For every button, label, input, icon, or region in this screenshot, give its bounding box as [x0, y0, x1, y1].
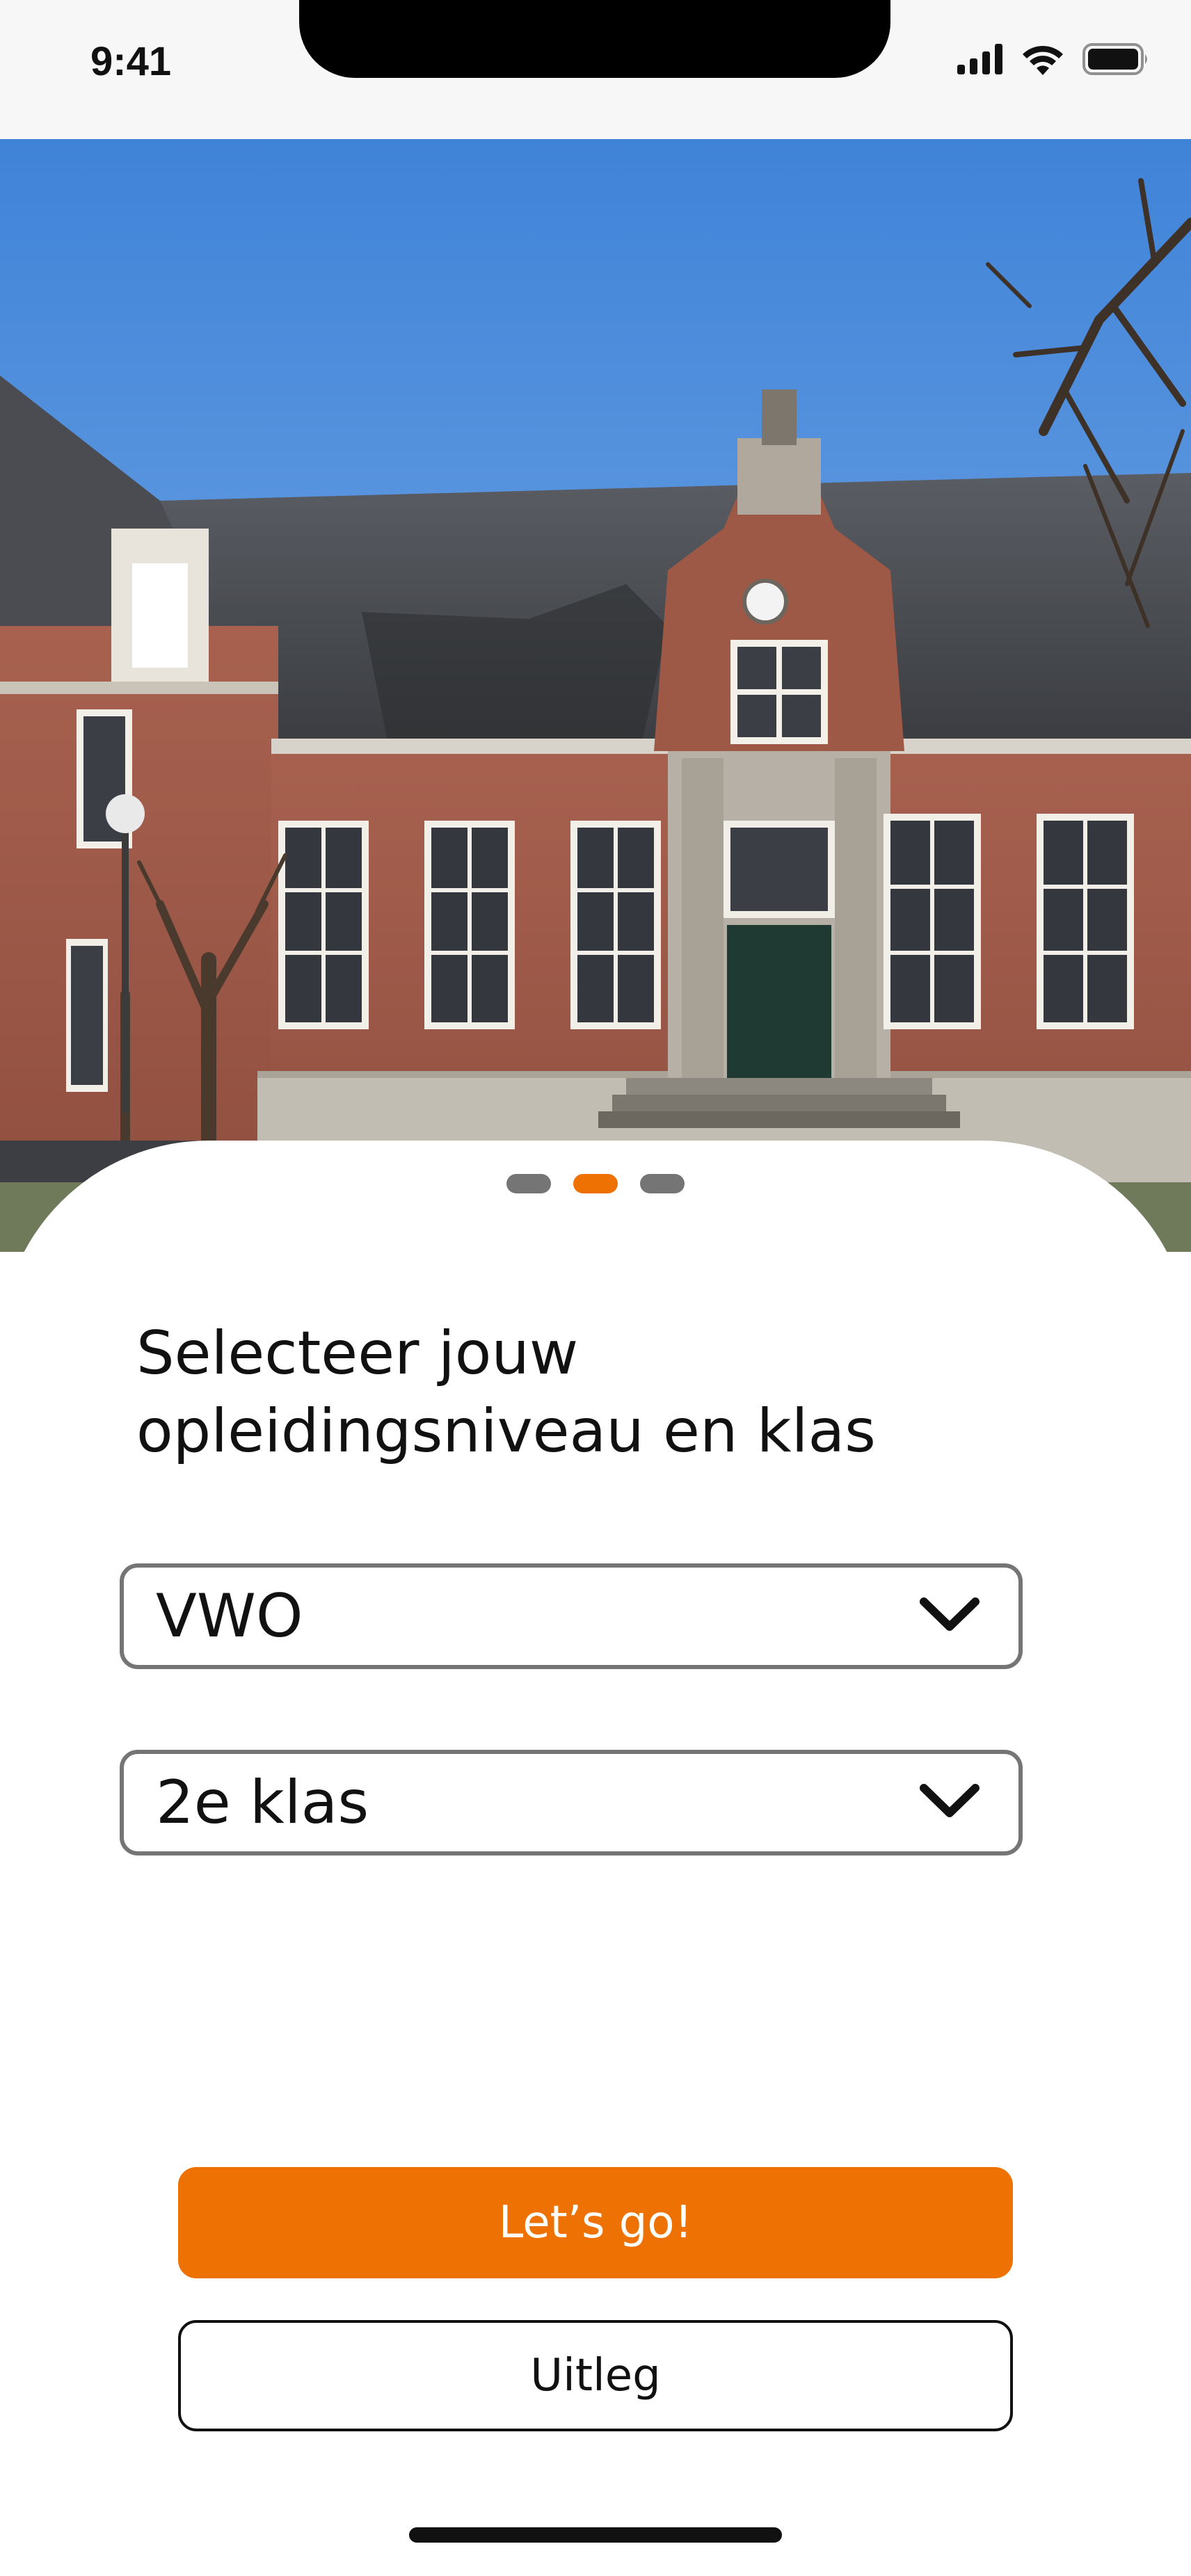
page-title-line-2: opleidingsniveau en klas [136, 1396, 876, 1466]
page-indicator-dot-3[interactable] [640, 1174, 685, 1193]
education-level-value: VWO [156, 1581, 303, 1651]
page-indicator-dot-1[interactable] [506, 1174, 551, 1193]
status-time: 9:41 [90, 39, 172, 84]
status-icons [957, 43, 1149, 78]
wifi-icon [1021, 43, 1064, 78]
page-indicator-dot-2-active[interactable] [573, 1174, 618, 1193]
device-notch [299, 0, 890, 78]
bottom-sheet: Selecteer jouw opleidingsniveau en klas … [0, 1141, 1191, 2576]
battery-icon [1082, 43, 1149, 78]
page-indicator [0, 1174, 1191, 1193]
class-value: 2e klas [156, 1768, 369, 1837]
page-title-line-1: Selecteer jouw [136, 1319, 579, 1388]
home-indicator[interactable] [409, 2527, 782, 2543]
school-building-photo [0, 139, 1191, 1252]
status-bar: 9:41 [0, 0, 1191, 139]
lets-go-button[interactable]: Let’s go! [178, 2167, 1013, 2278]
class-select[interactable]: 2e klas [120, 1750, 1023, 1855]
hero-image [0, 139, 1191, 1252]
cellular-signal-icon [957, 44, 1003, 77]
chevron-down-icon [920, 1597, 980, 1635]
education-level-select[interactable]: VWO [120, 1563, 1023, 1669]
chevron-down-icon [920, 1784, 980, 1821]
explanation-button[interactable]: Uitleg [178, 2320, 1013, 2431]
page-title: Selecteer jouw opleidingsniveau en klas [136, 1314, 1041, 1470]
